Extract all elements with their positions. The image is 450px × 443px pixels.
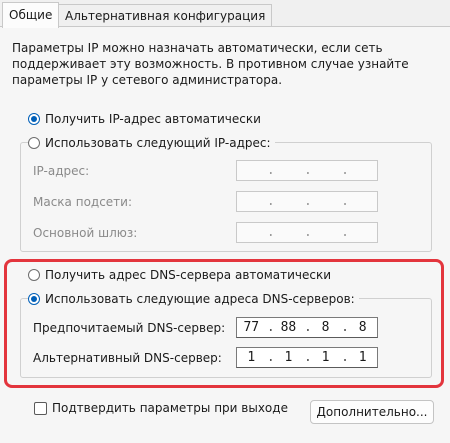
ip-dot: . (341, 225, 349, 240)
advanced-button[interactable]: Дополнительно... (310, 400, 434, 424)
default-gateway-field: . . . (236, 222, 378, 243)
description-text: Параметры IP можно назначать автоматичес… (12, 40, 442, 88)
description-line: Параметры IP можно назначать автоматичес… (12, 41, 383, 55)
description-line: параметры IP у сетевого администратора. (12, 73, 283, 87)
validate-label: Подтвердить параметры при выходе (52, 401, 288, 415)
subnet-mask-label: Маска подсети: (33, 195, 133, 209)
tab-general[interactable]: Общие (2, 2, 60, 28)
description-line: поддерживает эту возможность. В противно… (12, 57, 409, 71)
ip-address-field: . . . (236, 160, 378, 181)
ip-dot: . (341, 163, 349, 178)
ip-dot: . (303, 163, 312, 178)
radio-selected-icon (28, 113, 40, 125)
ip-address-label: IP-адрес: (33, 164, 90, 178)
ip-dot: . (341, 194, 349, 209)
tab-alternate-config[interactable]: Альтернативная конфигурация (58, 4, 273, 26)
ip-dot: . (266, 194, 275, 209)
ip-dot: . (303, 194, 312, 209)
ip-auto-label: Получить IP-адрес автоматически (45, 112, 261, 126)
dns-highlight-frame (4, 259, 444, 388)
ip-dot: . (266, 163, 275, 178)
subnet-mask-field: . . . (236, 191, 378, 212)
radio-unselected-icon (28, 137, 40, 149)
ip-manual-radio[interactable]: Использовать следующий IP-адрес: (28, 134, 275, 152)
default-gateway-label: Основной шлюз: (33, 226, 138, 240)
ip-dot: . (266, 225, 275, 240)
ip-dot: . (303, 225, 312, 240)
ip-manual-label: Использовать следующий IP-адрес: (45, 136, 271, 150)
validate-checkbox[interactable] (34, 402, 47, 415)
ip-auto-radio[interactable]: Получить IP-адрес автоматически (28, 110, 265, 128)
